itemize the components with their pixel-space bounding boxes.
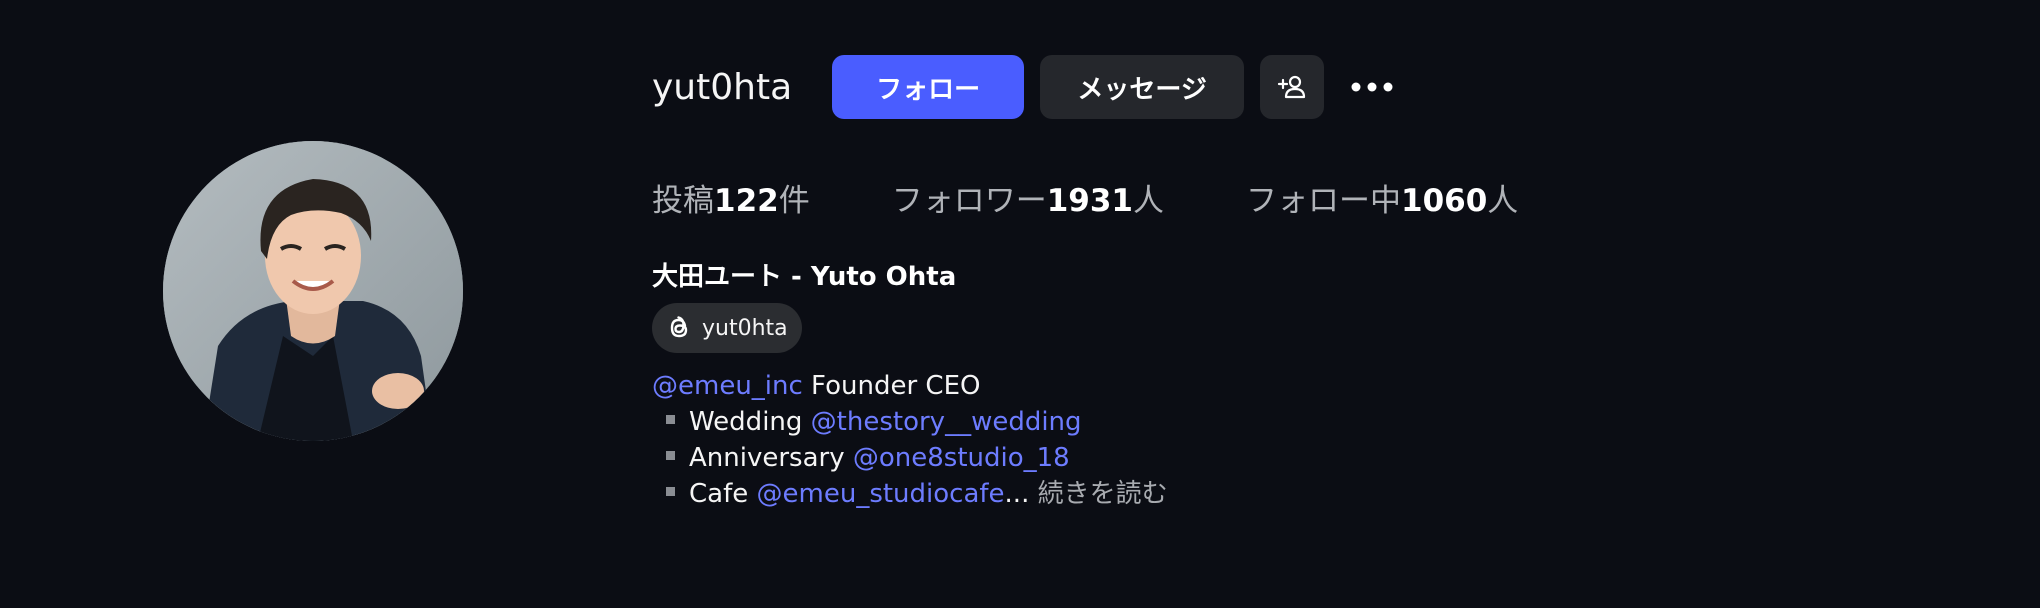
add-user-button[interactable] — [1260, 55, 1325, 119]
read-more-link[interactable]: 続きを読む — [1029, 479, 1168, 509]
bio-text: Founder CEO — [802, 371, 981, 401]
username: yut0hta — [652, 66, 793, 108]
avatar[interactable] — [163, 141, 463, 441]
more-options-button[interactable] — [1340, 55, 1404, 119]
profile-header: yut0hta フォロー メッセージ — [652, 55, 1404, 119]
bio-item-label: Cafe — [689, 479, 757, 509]
bio-item-mention[interactable]: @one8studio_18 — [853, 443, 1070, 473]
bio-item-mention[interactable]: @thestory__wedding — [811, 407, 1082, 437]
follow-button[interactable]: フォロー — [832, 55, 1025, 119]
add-user-icon — [1278, 75, 1306, 99]
bio-list-item: Wedding @thestory__wedding — [652, 404, 1168, 440]
posts-count: 122 — [714, 182, 779, 219]
profile-page: yut0hta フォロー メッセージ 投稿122件 フォロワー1931人 フォロ… — [0, 0, 2040, 608]
full-name: 大田ユート - Yuto Ohta — [652, 262, 957, 292]
followers-stat[interactable]: フォロワー1931人 — [892, 175, 1164, 220]
following-label: フォロー中 — [1246, 182, 1401, 219]
bio-list-item: Anniversary @one8studio_18 — [652, 440, 1168, 476]
bio: @emeu_inc Founder CEO Wedding @thestory_… — [652, 368, 1168, 512]
profile-stats: 投稿122件 フォロワー1931人 フォロー中1060人 — [652, 172, 1600, 222]
posts-label: 投稿 — [652, 182, 714, 219]
threads-handle: yut0hta — [702, 315, 788, 341]
followers-count: 1931 — [1046, 182, 1133, 219]
following-stat[interactable]: フォロー中1060人 — [1246, 175, 1518, 220]
threads-link[interactable]: yut0hta — [652, 303, 802, 353]
posts-suffix: 件 — [778, 182, 810, 219]
avatar-photo — [163, 141, 463, 441]
bio-item-label: Anniversary — [689, 443, 853, 473]
bio-mention[interactable]: @emeu_inc — [652, 371, 803, 401]
posts-stat: 投稿122件 — [652, 175, 810, 220]
bio-line: @emeu_inc Founder CEO — [652, 368, 1168, 404]
threads-icon — [670, 316, 688, 338]
bio-item-label: Wedding — [689, 407, 811, 437]
bullet-icon — [666, 451, 675, 460]
followers-suffix: 人 — [1133, 182, 1164, 219]
bio-item-ellipsis: ... — [1004, 479, 1030, 509]
followers-label: フォロワー — [891, 182, 1047, 219]
more-icon — [1351, 82, 1393, 92]
bullet-icon — [666, 415, 675, 424]
bullet-icon — [666, 487, 675, 496]
message-button[interactable]: メッセージ — [1040, 55, 1245, 119]
following-suffix: 人 — [1487, 182, 1519, 219]
bio-list-item: Cafe @emeu_studiocafe... 続きを読む — [652, 476, 1168, 512]
bio-item-mention[interactable]: @emeu_studiocafe — [757, 479, 1005, 509]
following-count: 1060 — [1401, 182, 1488, 219]
